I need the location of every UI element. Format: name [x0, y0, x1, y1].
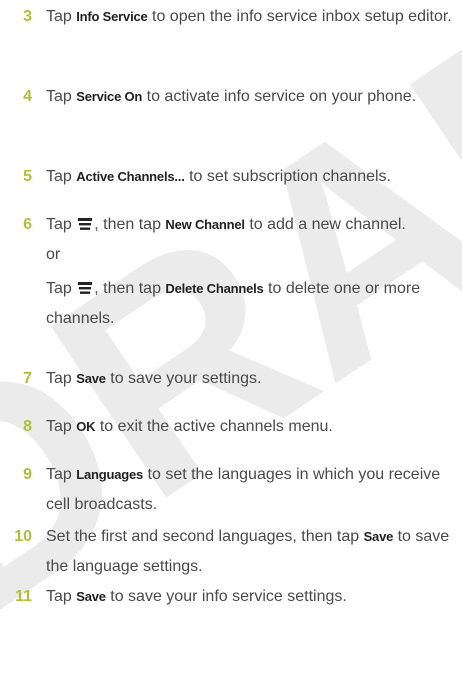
ui-label: New Channel	[165, 217, 245, 232]
step-number: 9	[23, 466, 32, 483]
ui-label: Service On	[76, 89, 143, 104]
menu-icon	[78, 282, 93, 294]
step-text: Tap Service On to activate info service …	[46, 88, 417, 105]
step-text: Tap Save to save your settings.	[46, 370, 262, 387]
ui-label: OK	[76, 419, 96, 434]
menu-icon	[78, 218, 93, 230]
step-number: 3	[23, 8, 32, 25]
step-text-a: Tap , then tap New Channel to add a new …	[46, 216, 406, 233]
step-number: 7	[23, 370, 32, 387]
step-number: 10	[14, 528, 32, 545]
step-text: Tap Active Channels... to set subscripti…	[46, 168, 391, 185]
ui-label: Info Service	[76, 9, 148, 24]
step-text: Tap OK to exit the active channels menu.	[46, 418, 333, 435]
or-text: or	[46, 246, 61, 263]
ui-label: Save	[76, 589, 106, 604]
ui-label: Languages	[76, 467, 144, 482]
ui-label: Save	[76, 371, 106, 386]
step-text: Set the first and second languages, then…	[46, 528, 450, 575]
ui-label: Active Channels...	[76, 169, 185, 184]
step-number: 11	[15, 588, 32, 605]
step-number: 4	[23, 88, 32, 105]
step-text: Tap Save to save your info service setti…	[46, 588, 347, 605]
step-number: 6	[23, 216, 32, 233]
step-text: Tap Info Service to open the info servic…	[46, 8, 452, 25]
step-text-b: Tap , then tap Delete Channels to delete…	[46, 280, 421, 327]
step-text: Tap Languages to set the languages in wh…	[46, 466, 441, 513]
step-number: 5	[23, 168, 32, 185]
ui-label: Delete Channels	[165, 281, 264, 296]
step-number: 8	[23, 418, 32, 435]
ui-label: Save	[363, 529, 394, 544]
